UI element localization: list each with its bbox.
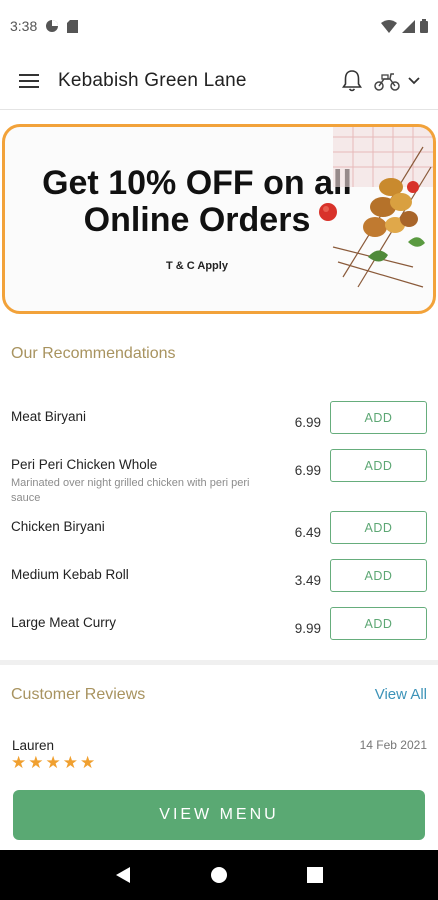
signal-icon (402, 19, 415, 33)
battery-icon (420, 19, 428, 33)
section-divider (0, 660, 438, 665)
hamburger-menu-icon (19, 73, 39, 88)
item-name: Medium Kebab Roll (11, 567, 129, 582)
bell-icon[interactable] (342, 69, 362, 93)
chevron-down-icon (408, 76, 420, 84)
star-icon: ★ (45, 753, 61, 772)
page-title: Kebabish Green Lane (58, 69, 247, 91)
system-nav-bar (0, 850, 438, 900)
view-menu-button[interactable]: VIEW MENU (13, 790, 425, 840)
add-button[interactable]: ADD (330, 559, 427, 592)
star-icon: ★ (11, 753, 27, 772)
view-all-reviews-link[interactable]: View All (375, 686, 427, 703)
star-rating: ★ ★ ★ ★ ★ (11, 753, 95, 773)
add-button[interactable]: ADD (330, 511, 427, 544)
item-description: Marinated over night grilled chicken wit… (11, 477, 250, 504)
reviewer-name: Lauren (12, 738, 55, 753)
sd-card-icon (67, 19, 79, 33)
promo-banner[interactable]: Get 10% OFF on all Online Orders T & C A… (2, 124, 436, 314)
app-bar: Kebabish Green Lane (0, 52, 438, 110)
item-price: 6.99 (294, 415, 321, 430)
scooter-icon (374, 72, 400, 91)
status-bar: 3:38 (0, 0, 438, 52)
recents-icon[interactable] (307, 867, 324, 883)
home-icon[interactable] (210, 866, 228, 884)
item-price: 6.99 (294, 463, 321, 478)
add-button[interactable]: ADD (330, 607, 427, 640)
item-name: Large Meat Curry (11, 615, 117, 630)
review-date: 14 Feb 2021 (359, 738, 427, 752)
item-price: 9.99 (294, 621, 321, 636)
item-name: Meat Biryani (11, 409, 87, 424)
star-icon: ★ (80, 753, 96, 772)
item-name: Chicken Biryani (11, 519, 105, 534)
item-price: 3.49 (294, 573, 321, 588)
star-icon: ★ (62, 753, 78, 772)
add-button[interactable]: ADD (330, 401, 427, 434)
reviews-title: Customer Reviews (11, 686, 146, 703)
delivery-mode-selector[interactable] (374, 71, 420, 91)
item-price: 6.49 (294, 525, 321, 540)
menu-button[interactable] (0, 52, 58, 110)
recommendations-title: Our Recommendations (11, 345, 176, 362)
data-saver-icon (46, 20, 59, 32)
kebab-skewer-image (319, 127, 433, 288)
back-icon[interactable] (115, 866, 131, 884)
wifi-icon (381, 19, 397, 33)
star-icon: ★ (28, 753, 44, 772)
status-time: 3:38 (10, 18, 38, 34)
add-button[interactable]: ADD (330, 449, 427, 482)
item-name: Peri Peri Chicken Whole (11, 457, 158, 472)
